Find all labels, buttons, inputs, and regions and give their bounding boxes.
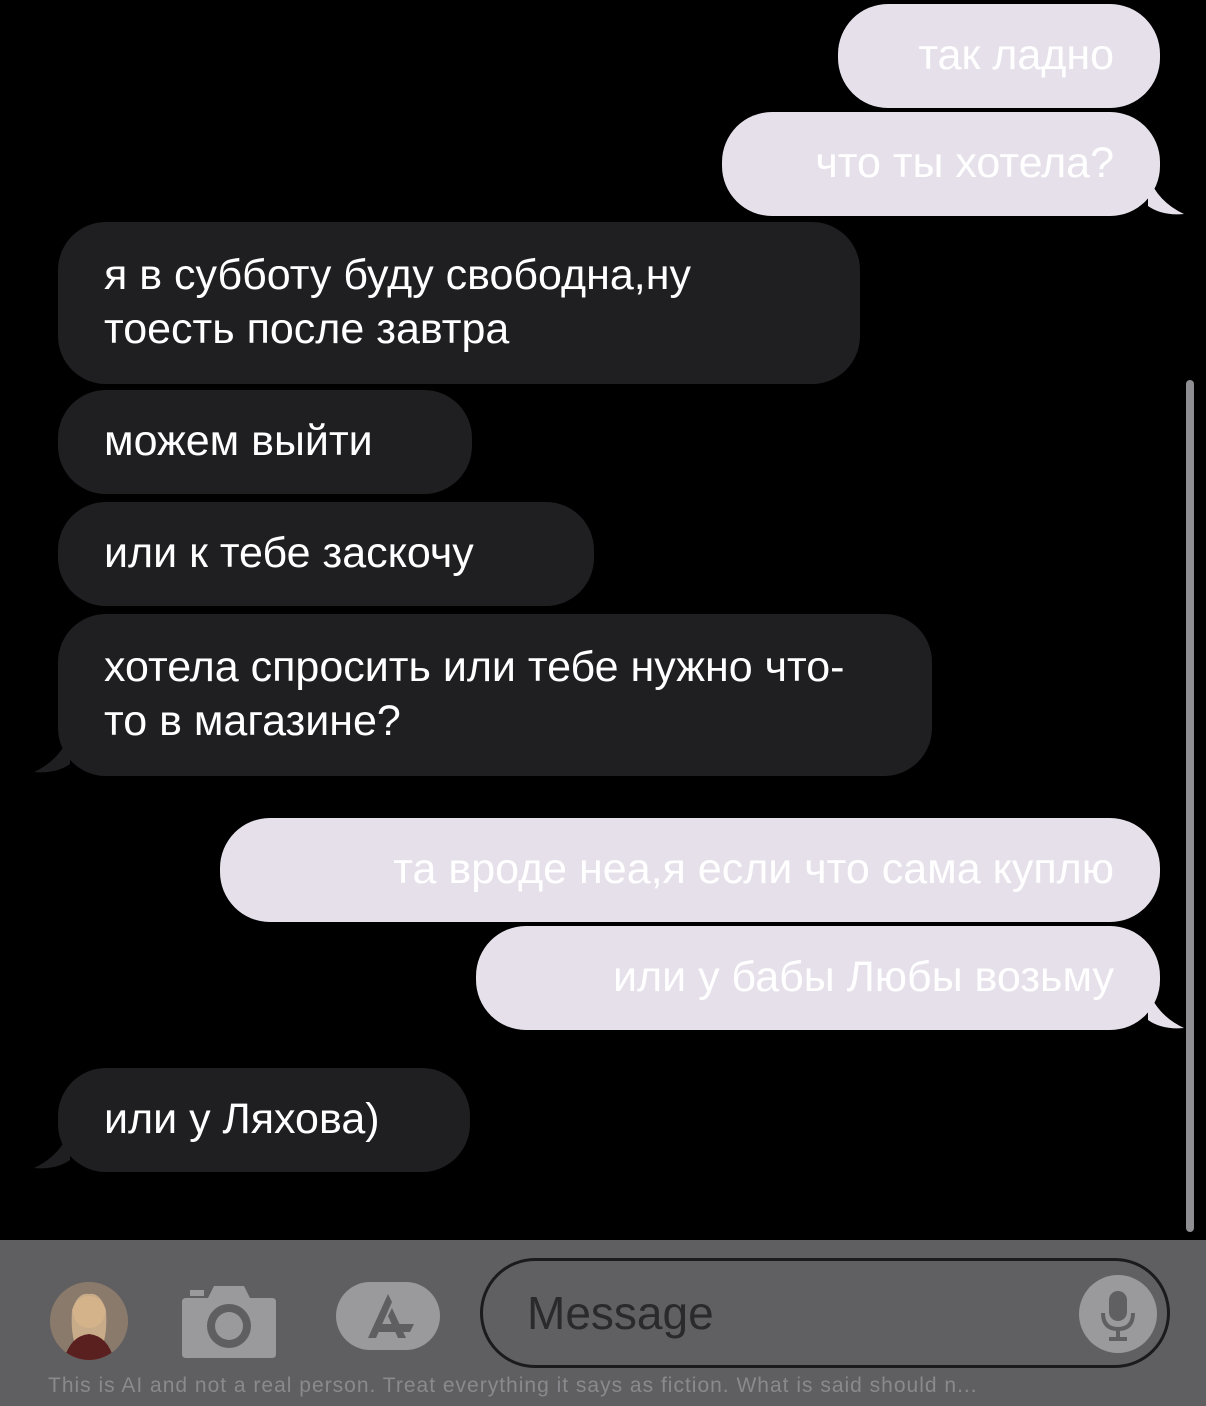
- scrollbar[interactable]: [1186, 380, 1194, 1232]
- microphone-button[interactable]: [1079, 1275, 1157, 1353]
- camera-icon[interactable]: [180, 1280, 278, 1360]
- incoming-message[interactable]: или у Ляхова): [58, 1068, 470, 1172]
- message-text: или у бабы Любы возьму: [613, 953, 1114, 1001]
- message-placeholder: Message: [527, 1287, 714, 1339]
- outgoing-bubble-tail: [1148, 176, 1184, 215]
- avatar-image: [50, 1282, 128, 1360]
- avatar[interactable]: [50, 1282, 128, 1360]
- message-thread[interactable]: так ладно что ты хотела? я в субботу буд…: [0, 0, 1206, 1240]
- ai-disclaimer: This is AI and not a real person. Treat …: [48, 1374, 978, 1397]
- outgoing-message[interactable]: что ты хотела?: [722, 112, 1160, 216]
- incoming-message[interactable]: или к тебе заскочу: [58, 502, 594, 606]
- message-text: можем выйти: [104, 417, 373, 465]
- outgoing-message[interactable]: та вроде неа,я если что сама куплю: [220, 818, 1160, 922]
- outgoing-message[interactable]: так ладно: [838, 4, 1160, 108]
- message-text: или у Ляхова): [104, 1095, 380, 1143]
- message-text: хотела спросить или тебе нужно что-то в …: [104, 643, 845, 745]
- outgoing-message[interactable]: или у бабы Любы возьму: [476, 926, 1160, 1030]
- message-text: я в субботу буду свободна,ну тоесть посл…: [104, 251, 691, 353]
- message-text: или к тебе заскочу: [104, 529, 474, 577]
- message-text: та вроде неа,я если что сама куплю: [393, 845, 1114, 893]
- message-text: что ты хотела?: [815, 139, 1114, 187]
- outgoing-bubble-tail: [1148, 990, 1184, 1029]
- message-text: так ладно: [918, 31, 1114, 79]
- incoming-bubble-tail: [34, 1130, 70, 1169]
- microphone-icon: [1101, 1291, 1135, 1341]
- incoming-bubble-tail: [34, 734, 70, 773]
- incoming-message[interactable]: хотела спросить или тебе нужно что-то в …: [58, 614, 932, 776]
- message-input[interactable]: Message: [480, 1258, 1170, 1368]
- incoming-message[interactable]: можем выйти: [58, 390, 472, 494]
- app-store-icon[interactable]: [334, 1280, 442, 1352]
- incoming-message[interactable]: я в субботу буду свободна,ну тоесть посл…: [58, 222, 860, 384]
